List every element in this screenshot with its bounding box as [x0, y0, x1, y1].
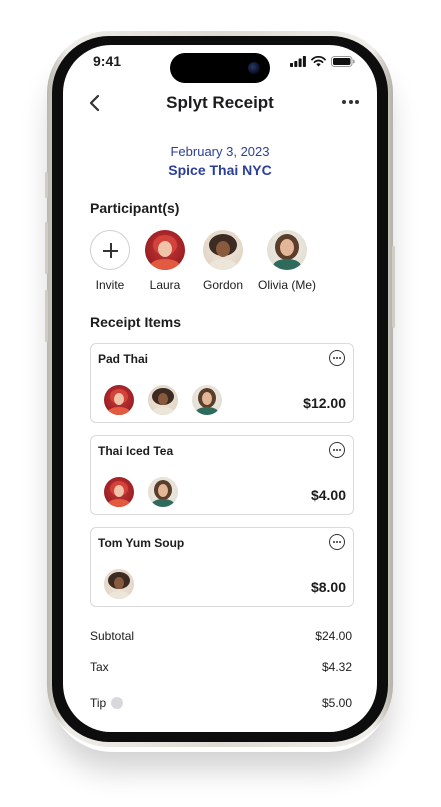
item-name: Pad Thai — [98, 352, 149, 366]
more-options-icon[interactable] — [342, 100, 359, 104]
item-options-icon[interactable] — [329, 442, 345, 458]
page-title: Splyt Receipt — [166, 93, 274, 112]
tip-label-group: Tip — [90, 696, 124, 710]
tip-value: $5.00 — [321, 696, 352, 710]
receipt-item-card[interactable]: Thai Iced Tea $4.00 — [90, 435, 354, 515]
item-assignees — [104, 477, 178, 507]
item-price: $12.00 — [303, 395, 346, 411]
subtotal-row: Subtotal $24.00 — [90, 629, 352, 643]
item-price: $8.00 — [310, 579, 346, 595]
restaurant-name: Spice Thai NYC — [168, 162, 272, 178]
add-icon — [90, 230, 130, 270]
avatar-gordon — [104, 569, 134, 599]
subtotal-value: $24.00 — [315, 629, 352, 643]
tip-label: Tip — [90, 696, 107, 710]
avatar — [267, 230, 307, 270]
tip-row: Tip $5.00 — [90, 696, 352, 710]
tip-info-icon[interactable] — [111, 697, 124, 709]
status-icons — [290, 56, 355, 67]
item-options-icon[interactable] — [329, 534, 345, 550]
participant-olivia[interactable]: Olivia (Me) — [247, 230, 327, 292]
receipt-item-card[interactable]: Pad Thai $12.00 — [90, 343, 354, 423]
app-screen: 9:41 Splyt Receipt February 3, 2023 Spic… — [63, 45, 377, 732]
tax-label: Tax — [90, 660, 109, 674]
camera-icon — [248, 62, 260, 74]
tax-row: Tax $4.32 — [90, 660, 352, 674]
side-button-power — [392, 246, 395, 328]
battery-icon — [331, 56, 355, 67]
side-button-volume-down — [45, 290, 48, 342]
avatar-olivia — [192, 385, 222, 415]
subtotal-label: Subtotal — [90, 629, 135, 643]
item-options-icon[interactable] — [329, 350, 345, 366]
item-price: $4.00 — [310, 487, 346, 503]
avatar-laura — [104, 385, 134, 415]
receipt-item-card[interactable]: Tom Yum Soup $8.00 — [90, 527, 354, 607]
avatar — [203, 230, 243, 270]
avatar-laura — [104, 477, 134, 507]
avatar — [145, 230, 185, 270]
tax-value: $4.32 — [321, 660, 352, 674]
avatar-gordon — [148, 385, 178, 415]
participants-heading: Participant(s) — [90, 200, 180, 216]
side-button-volume-up — [45, 222, 48, 274]
signal-icon — [290, 56, 306, 67]
wifi-icon — [311, 56, 326, 67]
status-time: 9:41 — [93, 53, 122, 69]
item-name: Tom Yum Soup — [98, 536, 185, 550]
avatar-olivia — [148, 477, 178, 507]
participant-name: Olivia (Me) — [257, 278, 316, 292]
item-assignees — [104, 569, 134, 599]
item-name: Thai Iced Tea — [98, 444, 174, 458]
item-assignees — [104, 385, 222, 415]
receipt-date: February 3, 2023 — [170, 144, 270, 159]
side-button-silent — [45, 172, 48, 198]
nav-bar: Splyt Receipt — [63, 89, 377, 117]
receipt-items-heading: Receipt Items — [90, 314, 182, 330]
dynamic-island — [170, 53, 270, 83]
